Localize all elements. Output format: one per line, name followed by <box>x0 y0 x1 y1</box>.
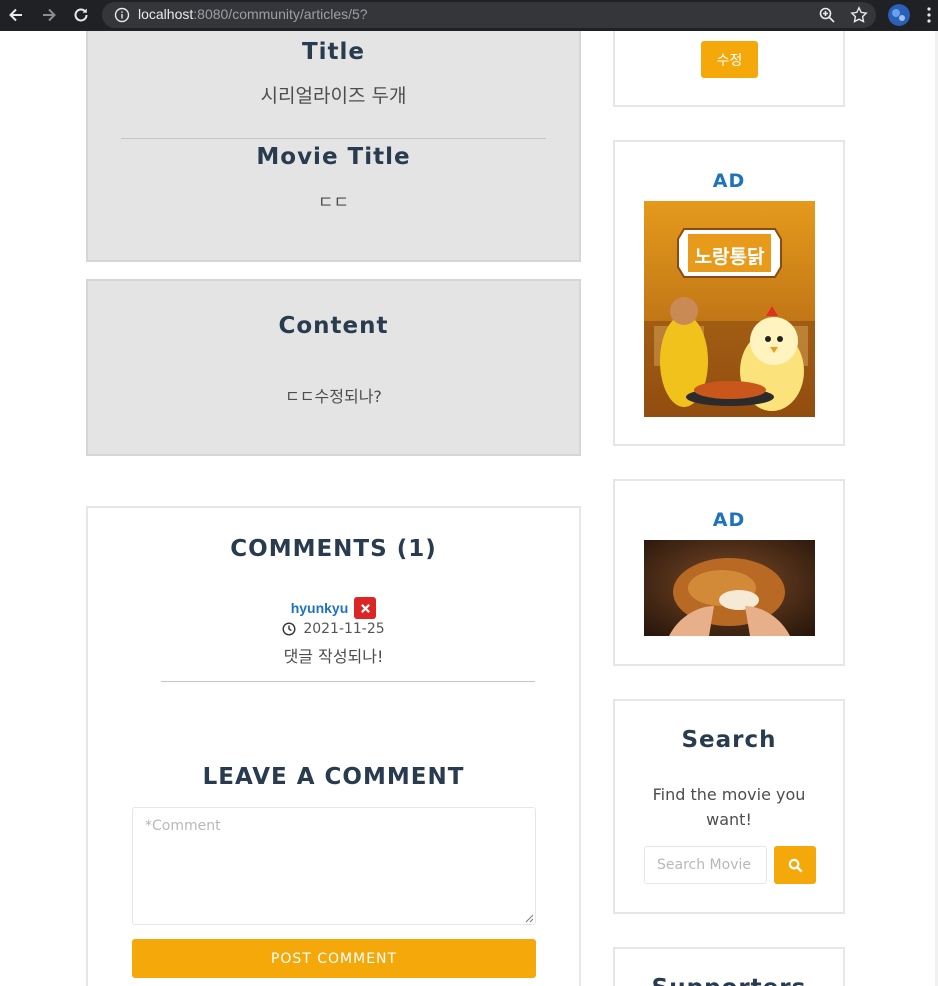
leave-comment-heading: LEAVE A COMMENT <box>202 764 465 790</box>
star-icon[interactable] <box>850 6 868 24</box>
search-description: Find the movie you want! <box>652 785 806 829</box>
ad-image-chicken-brand[interactable]: 노랑통닭 <box>644 201 815 417</box>
supporters-card: Supporters <box>613 947 845 986</box>
movie-title-value: ㄷㄷ <box>317 193 350 213</box>
reload-icon[interactable] <box>70 4 92 26</box>
search-input[interactable] <box>644 846 767 884</box>
kebab-menu-icon[interactable] <box>924 6 934 24</box>
divider <box>161 681 535 682</box>
resize-grip-icon[interactable] <box>524 913 534 923</box>
comment-date-row: 2021-11-25 <box>88 621 579 637</box>
ad-card: AD <box>613 479 845 666</box>
search-button[interactable] <box>774 846 816 884</box>
comment-header: hyunkyu <box>88 597 579 619</box>
info-icon[interactable] <box>114 7 130 23</box>
comment-date: 2021-11-25 <box>303 621 385 637</box>
supporters-heading: Supporters <box>615 975 843 986</box>
comment-author[interactable]: hyunkyu <box>291 600 349 616</box>
url-text[interactable]: localhost:8080/community/articles/5? <box>138 6 368 22</box>
zoom-icon[interactable] <box>818 6 836 24</box>
article-content-card: Content ㄷㄷ수정되나? <box>86 279 581 456</box>
profile-avatar-icon[interactable] <box>888 4 910 26</box>
comments-card: COMMENTS (1) hyunkyu 2021-11-25 댓글 작성되나!… <box>86 506 581 986</box>
title-value: 시리얼라이즈 두개 <box>260 85 407 107</box>
address-bar[interactable]: localhost:8080/community/articles/5? <box>102 2 876 28</box>
edit-button[interactable]: 수정 <box>701 41 758 78</box>
search-icon <box>788 858 802 872</box>
ad-label: AD <box>712 509 746 531</box>
post-comment-button[interactable]: POST COMMENT <box>132 939 536 978</box>
page-viewport: Title 시리얼라이즈 두개 Movie Title ㄷㄷ Content ㄷ… <box>0 31 938 986</box>
comments-heading: COMMENTS (1) <box>230 536 437 562</box>
comment-text: 댓글 작성되나! <box>283 647 384 666</box>
movie-title-heading: Movie Title <box>256 144 411 170</box>
content-heading: Content <box>278 313 389 339</box>
delete-comment-button[interactable] <box>354 597 377 619</box>
ad-card: AD 노랑통닭 <box>613 140 845 446</box>
comment-textarea[interactable] <box>132 807 536 925</box>
back-arrow-icon[interactable] <box>5 4 27 26</box>
svg-text:노랑통닭: 노랑통닭 <box>695 246 765 268</box>
content-value: ㄷㄷ수정되나? <box>285 387 382 406</box>
browser-toolbar: localhost:8080/community/articles/5? <box>0 0 938 31</box>
ad-label: AD <box>712 170 746 192</box>
title-heading: Title <box>301 39 366 65</box>
divider <box>121 138 546 139</box>
search-card: Search Find the movie you want! <box>613 699 845 914</box>
ad-image-fried-chicken[interactable] <box>644 540 815 636</box>
forward-arrow-icon[interactable] <box>38 4 60 26</box>
close-x-icon <box>360 603 370 613</box>
edit-card: 수정 <box>613 31 845 107</box>
clock-icon <box>282 622 296 636</box>
article-title-card: Title 시리얼라이즈 두개 Movie Title ㄷㄷ <box>86 31 581 262</box>
search-heading: Search <box>681 727 777 753</box>
